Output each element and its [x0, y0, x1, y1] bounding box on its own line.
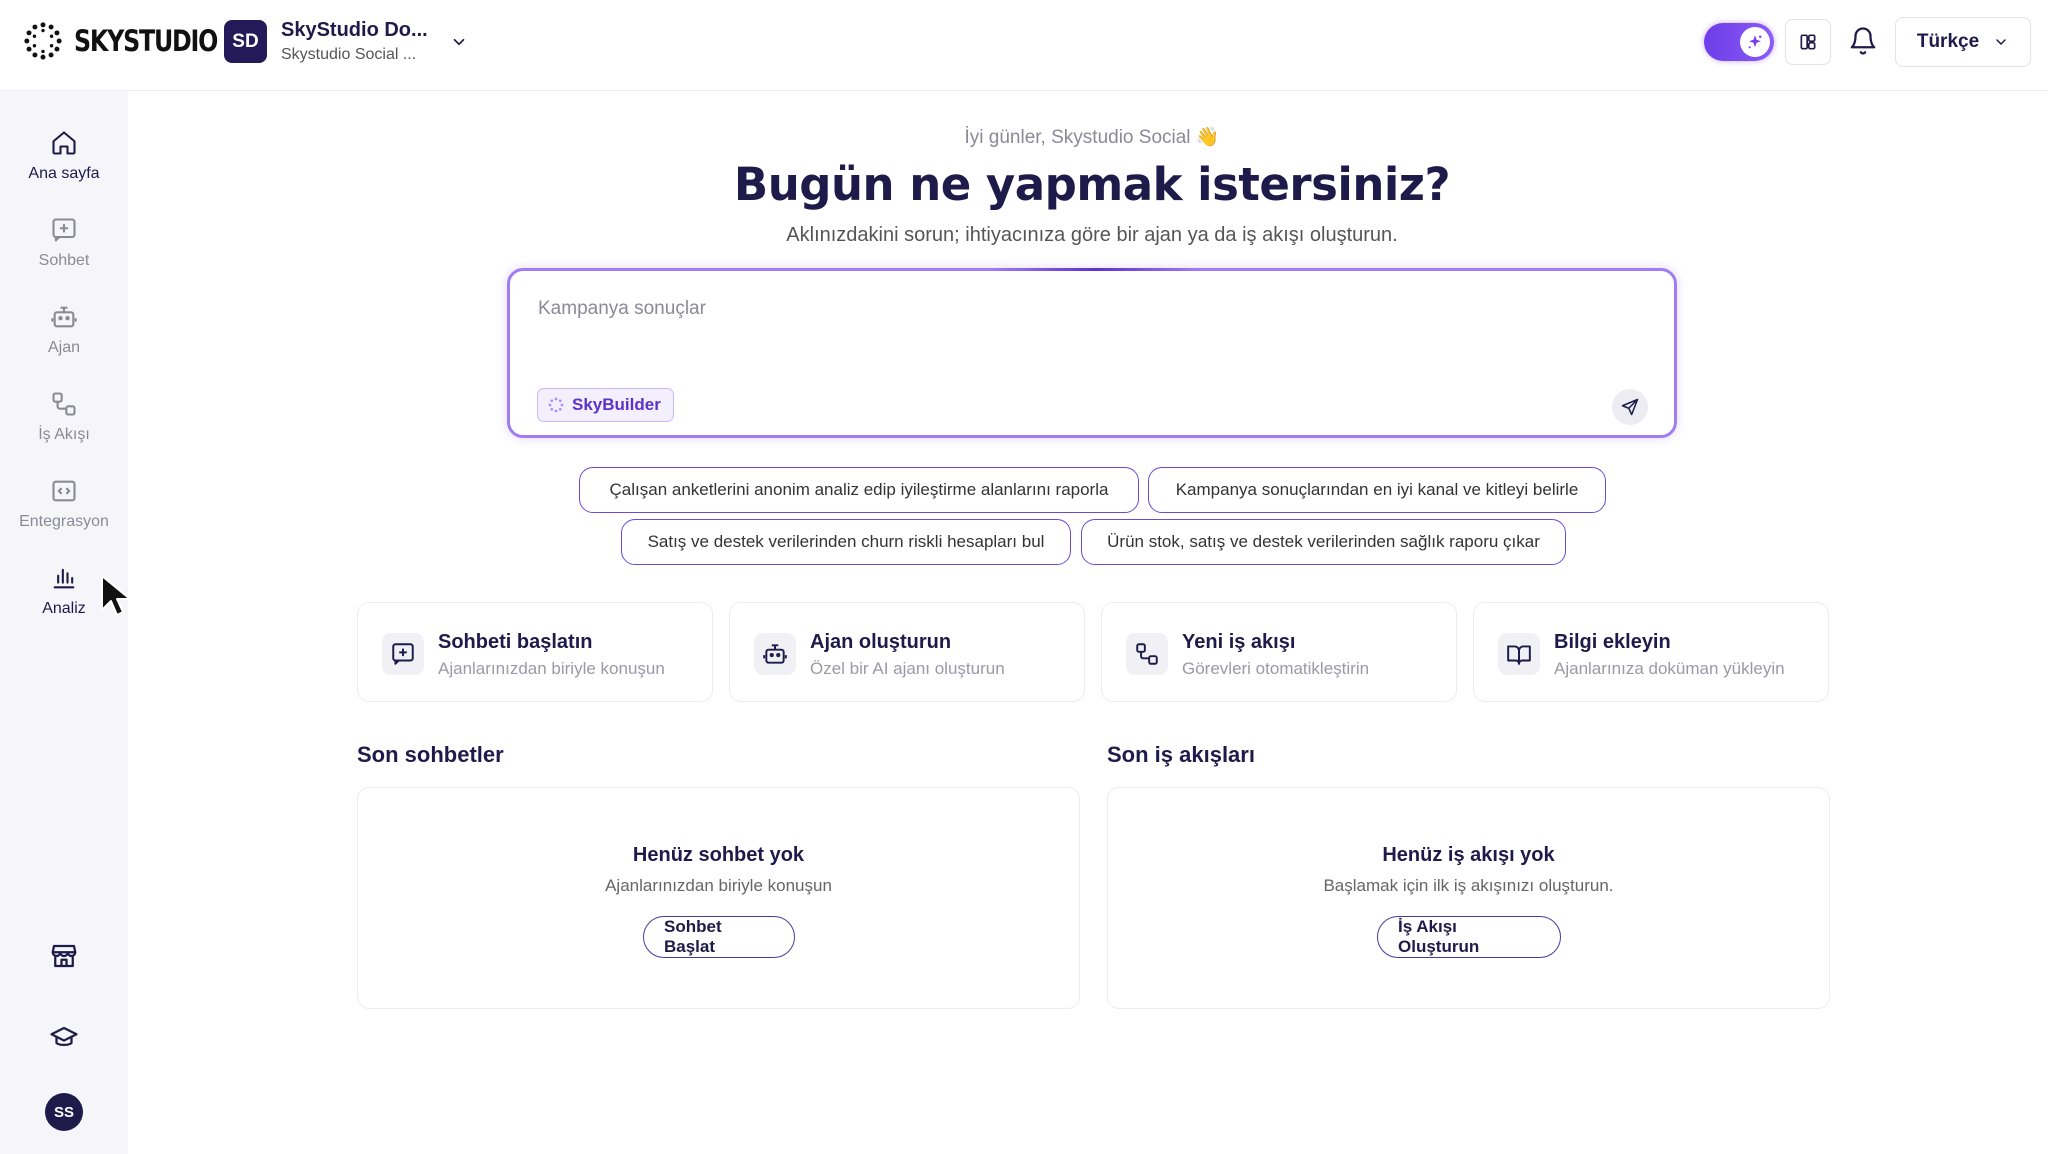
- ai-mode-toggle[interactable]: [1704, 23, 1774, 61]
- prompt-input[interactable]: [538, 289, 1638, 329]
- sidebar: Ana sayfa Sohbet Ajan İş Akışı Entegrasy…: [0, 91, 128, 1154]
- layout-icon: [1800, 34, 1816, 50]
- sidebar-item-integration[interactable]: Entegrasyon: [0, 477, 128, 531]
- language-label: Türkçe: [1916, 31, 1980, 52]
- card-icon-box: [1126, 633, 1168, 675]
- bell-icon[interactable]: [1848, 26, 1878, 56]
- suggestion-chip[interactable]: Kampanya sonuçlarından en iyi kanal ve k…: [1148, 467, 1606, 513]
- prompt-box: SkyBuilder: [507, 268, 1677, 438]
- recent-workflows-panel: Henüz iş akışı yok Başlamak için ilk iş …: [1107, 787, 1830, 1009]
- spinner-icon: [548, 397, 564, 413]
- chevron-down-icon: [453, 38, 465, 45]
- suggestion-chip[interactable]: Ürün stok, satış ve destek verilerinden …: [1081, 519, 1566, 565]
- skybuilder-label: SkyBuilder: [572, 395, 661, 414]
- empty-state-title: Henüz sohbet yok: [632, 844, 805, 866]
- card-icon-box: [382, 633, 424, 675]
- suggestion-chip[interactable]: Satış ve destek verilerinden churn riskl…: [621, 519, 1071, 565]
- empty-state-subtitle: Başlamak için ilk iş akışınızı oluşturun…: [1323, 876, 1614, 895]
- language-select[interactable]: Türkçe: [1895, 17, 2031, 67]
- send-button[interactable]: [1612, 389, 1648, 425]
- sparkle-icon: [1748, 35, 1762, 49]
- sidebar-item-chat[interactable]: Sohbet: [0, 216, 128, 270]
- sidebar-item-home[interactable]: Ana sayfa: [0, 129, 128, 183]
- card-title: Sohbeti başlatın: [438, 631, 593, 653]
- card-title: Ajan oluşturun: [810, 631, 952, 653]
- card-subtitle: Görevleri otomatikleştirin: [1182, 659, 1370, 678]
- new-workflow-card[interactable]: Yeni iş akışı Görevleri otomatikleştirin: [1101, 602, 1457, 702]
- chat-plus-icon: [392, 643, 414, 665]
- sidebar-item-label: Ajan: [47, 339, 81, 356]
- skybuilder-button[interactable]: SkyBuilder: [537, 388, 674, 422]
- workspace-switcher[interactable]: SD SkyStudio Do... Skystudio Social ...: [224, 19, 468, 64]
- top-bar: SKYSTUDIO SD SkyStudio Do... Skystudio S…: [0, 0, 2048, 91]
- toggle-knob: [1740, 27, 1770, 57]
- page-subtitle: Aklınızdakini sorun; ihtiyacınıza göre b…: [786, 224, 1398, 246]
- home-icon: [52, 131, 76, 155]
- layout-toggle-button[interactable]: [1785, 19, 1831, 65]
- create-workflow-button[interactable]: İş Akışı Oluşturun: [1377, 916, 1561, 958]
- card-title: Yeni iş akışı: [1182, 631, 1296, 653]
- logo-text: SKYSTUDIO: [74, 24, 218, 58]
- workspace-avatar: SD: [224, 20, 267, 63]
- card-icon-box: [754, 633, 796, 675]
- card-subtitle: Ajanlarınıza doküman yükleyin: [1554, 659, 1785, 678]
- greeting-text: İyi günler, Skystudio Social 👋: [964, 127, 1220, 148]
- recent-chats-title: Son sohbetler: [357, 742, 504, 767]
- mouse-cursor-icon: [101, 575, 131, 616]
- sidebar-item-agent[interactable]: Ajan: [0, 303, 128, 357]
- code-box-icon: [52, 480, 76, 502]
- recent-chats-panel: Henüz sohbet yok Ajanlarınızdan biriyle …: [357, 787, 1080, 1009]
- chat-plus-icon: [52, 218, 76, 242]
- empty-state-title: Henüz iş akışı yok: [1382, 844, 1555, 866]
- page-title: Bugün ne yapmak istersiniz?: [733, 158, 1451, 211]
- app-logo[interactable]: SKYSTUDIO: [24, 22, 249, 60]
- user-avatar[interactable]: SS: [45, 1093, 83, 1131]
- start-chat-button[interactable]: Sohbet Başlat: [643, 916, 795, 958]
- workflow-icon: [1136, 643, 1158, 665]
- sidebar-item-label: Entegrasyon: [19, 513, 109, 530]
- workspace-name: SkyStudio Do...: [281, 19, 428, 41]
- workspace-subtitle: Skystudio Social ...: [281, 46, 417, 63]
- sidebar-item-label: Sohbet: [38, 252, 90, 269]
- suggestion-chip[interactable]: Çalışan anketlerini anonim analiz edip i…: [579, 467, 1139, 513]
- sidebar-item-label: Ana sayfa: [28, 165, 100, 182]
- logo-mark-icon: [24, 22, 62, 60]
- robot-icon: [763, 644, 787, 664]
- store-icon[interactable]: [49, 941, 79, 971]
- sidebar-item-label: İş Akışı: [38, 426, 90, 443]
- chevron-down-icon: [1996, 39, 2006, 46]
- graduation-cap-icon[interactable]: [49, 1023, 79, 1053]
- workflow-icon: [52, 392, 76, 416]
- empty-state-subtitle: Ajanlarınızdan biriyle konuşun: [605, 876, 832, 895]
- robot-icon: [51, 306, 77, 328]
- card-icon-box: [1498, 633, 1540, 675]
- create-agent-card[interactable]: Ajan oluşturun Özel bir AI ajanı oluştur…: [729, 602, 1085, 702]
- sidebar-item-label: Analiz: [42, 600, 86, 617]
- card-subtitle: Özel bir AI ajanı oluşturun: [810, 659, 1005, 678]
- start-chat-card[interactable]: Sohbeti başlatın Ajanlarınızdan biriyle …: [357, 602, 713, 702]
- recent-workflows-title: Son iş akışları: [1107, 742, 1255, 767]
- card-subtitle: Ajanlarınızdan biriyle konuşun: [438, 659, 665, 678]
- send-icon: [1621, 398, 1639, 416]
- book-icon: [1507, 645, 1531, 665]
- sidebar-item-workflow[interactable]: İş Akışı: [0, 390, 128, 444]
- add-knowledge-card[interactable]: Bilgi ekleyin Ajanlarınıza doküman yükle…: [1473, 602, 1829, 702]
- bar-chart-icon: [53, 568, 75, 589]
- card-title: Bilgi ekleyin: [1554, 631, 1671, 653]
